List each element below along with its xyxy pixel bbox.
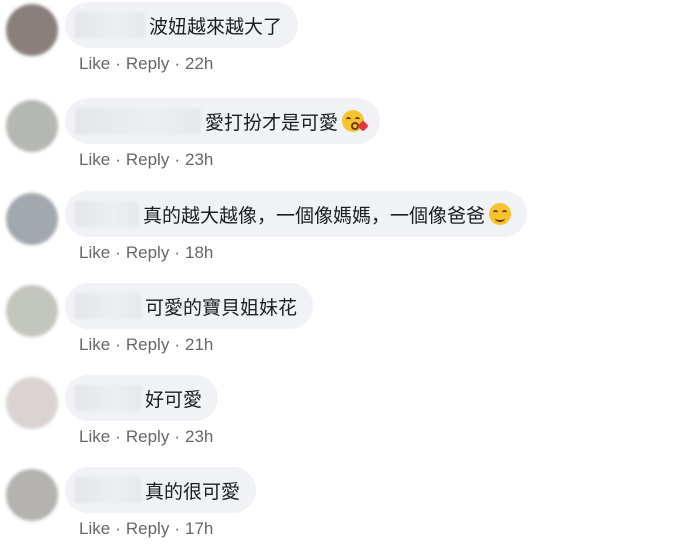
comment: 可愛的寶貝姐妹花 Like · Reply · 21h: [0, 281, 690, 367]
comment-bubble: 真的越大越像，一個像媽媽，一個像爸爸: [65, 191, 528, 237]
like-button[interactable]: Like: [79, 519, 110, 538]
avatar[interactable]: [6, 193, 58, 245]
comment-actions: Like · Reply · 23h: [79, 427, 213, 447]
face-blowing-kiss-icon: [342, 110, 365, 132]
separator-dot: ·: [115, 335, 121, 354]
separator-dot: ·: [115, 519, 121, 538]
separator-dot: ·: [174, 427, 180, 446]
comment-text: 真的越大越像，一個像媽媽，一個像爸爸: [143, 204, 486, 227]
like-button[interactable]: Like: [79, 54, 110, 73]
comment-actions: Like · Reply · 18h: [79, 243, 213, 263]
comment-text: 波妞越來越大了: [149, 15, 283, 38]
reply-button[interactable]: Reply: [126, 335, 169, 354]
separator-dot: ·: [174, 150, 180, 169]
reply-button[interactable]: Reply: [126, 54, 169, 73]
avatar[interactable]: [6, 377, 58, 429]
avatar[interactable]: [6, 285, 58, 337]
comment-text: 好可愛: [145, 388, 203, 411]
commenter-name-blurred[interactable]: [75, 477, 141, 503]
timestamp[interactable]: 21h: [185, 335, 213, 354]
reply-button[interactable]: Reply: [126, 150, 169, 169]
comment-actions: Like · Reply · 22h: [79, 54, 213, 74]
like-button[interactable]: Like: [79, 243, 110, 262]
timestamp[interactable]: 22h: [185, 54, 213, 73]
commenter-name-blurred[interactable]: [75, 385, 141, 411]
timestamp[interactable]: 17h: [185, 519, 213, 538]
comment: 真的越大越像，一個像媽媽，一個像爸爸 Like · Reply · 18h: [0, 189, 690, 275]
separator-dot: ·: [174, 519, 180, 538]
separator-dot: ·: [174, 243, 180, 262]
timestamp[interactable]: 23h: [185, 427, 213, 446]
commenter-name-blurred[interactable]: [75, 201, 139, 227]
separator-dot: ·: [115, 150, 121, 169]
commenter-name-blurred[interactable]: [75, 12, 145, 38]
reply-button[interactable]: Reply: [126, 243, 169, 262]
comment-bubble: 好可愛: [65, 375, 219, 421]
timestamp[interactable]: 18h: [185, 243, 213, 262]
avatar[interactable]: [6, 100, 58, 152]
like-button[interactable]: Like: [79, 335, 110, 354]
comment-bubble: 真的很可愛: [65, 467, 257, 513]
avatar[interactable]: [6, 4, 58, 56]
reply-button[interactable]: Reply: [126, 519, 169, 538]
comment: 真的很可愛 Like · Reply · 17h: [0, 465, 690, 551]
comment-text: 愛打扮才是可愛: [205, 111, 339, 134]
separator-dot: ·: [115, 427, 121, 446]
comment-text: 可愛的寶貝姐妹花: [145, 296, 298, 319]
separator-dot: ·: [115, 243, 121, 262]
commenter-name-blurred[interactable]: [75, 293, 141, 319]
comment-actions: Like · Reply · 21h: [79, 335, 213, 355]
commenter-name-blurred[interactable]: [75, 108, 201, 134]
separator-dot: ·: [174, 54, 180, 73]
comment-bubble: 可愛的寶貝姐妹花: [65, 283, 314, 329]
timestamp[interactable]: 23h: [185, 150, 213, 169]
comment: 波妞越來越大了 Like · Reply · 22h: [0, 0, 690, 86]
separator-dot: ·: [115, 54, 121, 73]
comment: 好可愛 Like · Reply · 23h: [0, 373, 690, 459]
comment-bubble: 波妞越來越大了: [65, 2, 299, 48]
like-button[interactable]: Like: [79, 150, 110, 169]
comment-actions: Like · Reply · 23h: [79, 150, 213, 170]
avatar[interactable]: [6, 469, 58, 521]
comment: 愛打扮才是可愛 Like · Reply · 23h: [0, 96, 690, 182]
separator-dot: ·: [174, 335, 180, 354]
reply-button[interactable]: Reply: [126, 427, 169, 446]
like-button[interactable]: Like: [79, 427, 110, 446]
comment-text: 真的很可愛: [145, 480, 241, 503]
smiling-face-icon: [489, 203, 512, 225]
comment-bubble: 愛打扮才是可愛: [65, 98, 381, 144]
comment-actions: Like · Reply · 17h: [79, 519, 213, 539]
